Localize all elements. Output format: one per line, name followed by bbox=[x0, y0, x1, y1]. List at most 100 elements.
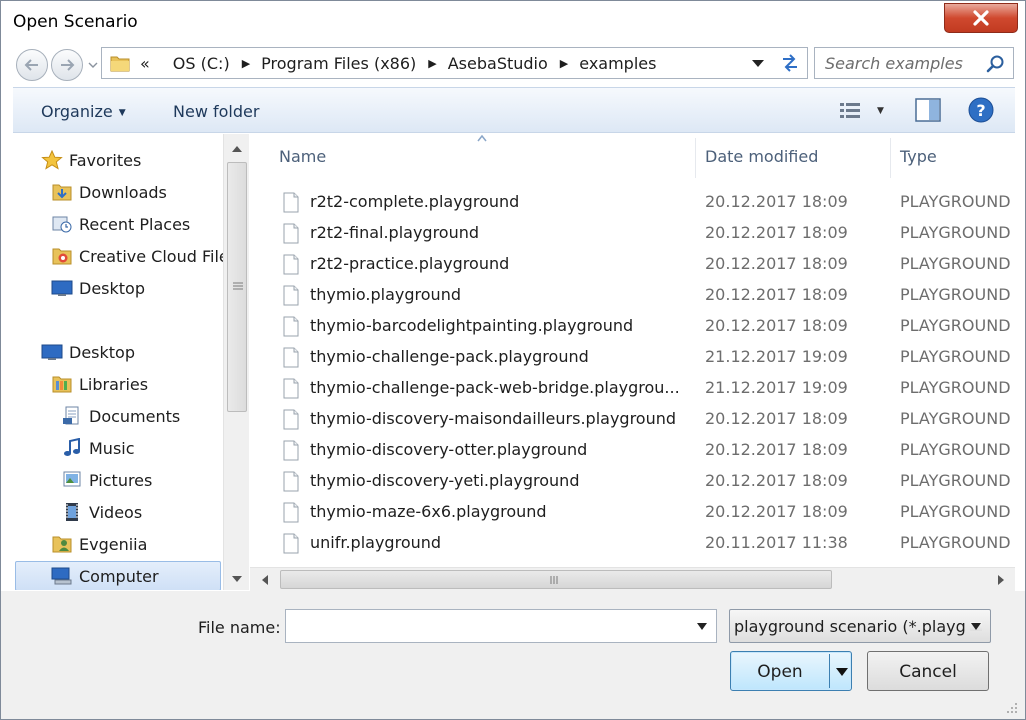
breadcrumb-program-files[interactable]: Program Files (x86) bbox=[261, 54, 416, 73]
back-button[interactable] bbox=[16, 49, 48, 81]
nav-label: Desktop bbox=[69, 342, 135, 362]
file-type: PLAYGROUND bbox=[900, 378, 1011, 397]
nav-item-libraries[interactable]: Libraries bbox=[51, 370, 148, 398]
nav-item-desktop-favorite[interactable]: Desktop bbox=[51, 274, 145, 302]
scroll-thumb[interactable] bbox=[227, 162, 247, 412]
resize-grip-icon[interactable] bbox=[1005, 701, 1019, 715]
file-name-input[interactable] bbox=[290, 610, 690, 640]
file-name: thymio-challenge-pack-web-bridge.playgro… bbox=[310, 378, 680, 397]
preview-pane-icon[interactable] bbox=[915, 98, 941, 122]
chevron-right-icon[interactable]: ▶ bbox=[560, 57, 568, 70]
forward-button[interactable] bbox=[51, 49, 83, 81]
scroll-right-icon[interactable] bbox=[996, 574, 1006, 586]
file-name-combobox[interactable] bbox=[285, 609, 717, 643]
recent-locations-dropdown-icon[interactable] bbox=[87, 59, 99, 71]
file-name: thymio-challenge-pack.playground bbox=[310, 347, 589, 366]
grip-icon bbox=[550, 576, 558, 584]
cancel-button[interactable]: Cancel bbox=[867, 651, 989, 691]
file-row[interactable]: thymio-challenge-pack-web-bridge.playgro… bbox=[250, 373, 1015, 404]
address-dropdown-icon[interactable] bbox=[751, 58, 765, 68]
nav-label: Computer bbox=[79, 566, 159, 586]
search-box[interactable] bbox=[814, 47, 1014, 79]
close-button[interactable] bbox=[944, 3, 1018, 33]
file-list-horizontal-scrollbar[interactable] bbox=[250, 567, 1015, 591]
grip-icon bbox=[233, 282, 243, 290]
recent-places-icon bbox=[52, 216, 72, 233]
breadcrumb-examples[interactable]: examples bbox=[579, 54, 656, 73]
file-row[interactable]: r2t2-complete.playground 20.12.2017 18:09… bbox=[250, 187, 1015, 218]
new-folder-button[interactable]: New folder bbox=[173, 102, 259, 121]
column-divider[interactable] bbox=[890, 138, 891, 178]
open-label: Open bbox=[757, 662, 803, 682]
file-type: PLAYGROUND bbox=[900, 223, 1011, 242]
file-name: thymio-discovery-maisondailleurs.playgro… bbox=[310, 409, 677, 428]
chevron-right-icon[interactable]: ▶ bbox=[428, 57, 436, 70]
open-button[interactable]: Open bbox=[730, 651, 852, 691]
file-type: PLAYGROUND bbox=[900, 285, 1011, 304]
nav-item-downloads[interactable]: Downloads bbox=[51, 178, 167, 206]
address-bar[interactable]: « OS (C:) ▶ Program Files (x86) ▶ AsebaS… bbox=[101, 47, 806, 79]
nav-item-user[interactable]: Evgeniia bbox=[51, 530, 147, 558]
nav-item-creative-cloud-files[interactable]: Creative Cloud Files bbox=[51, 242, 237, 270]
file-icon bbox=[283, 533, 299, 554]
chevron-right-icon[interactable]: ▶ bbox=[242, 57, 250, 70]
nav-item-pictures[interactable]: Pictures bbox=[61, 466, 152, 494]
file-icon bbox=[283, 409, 299, 430]
nav-item-computer[interactable]: Computer bbox=[51, 562, 159, 590]
nav-item-desktop[interactable]: Desktop bbox=[41, 338, 135, 366]
scroll-thumb[interactable] bbox=[280, 570, 832, 589]
nav-label: Pictures bbox=[89, 470, 153, 490]
file-row[interactable]: thymio-discovery-maisondailleurs.playgro… bbox=[250, 404, 1015, 435]
file-row[interactable]: r2t2-practice.playground 20.12.2017 18:09… bbox=[250, 249, 1015, 280]
creative-cloud-folder-icon bbox=[52, 248, 72, 265]
scroll-down-icon[interactable] bbox=[231, 574, 243, 584]
file-type: PLAYGROUND bbox=[900, 316, 1011, 335]
chevron-down-icon[interactable] bbox=[696, 622, 708, 631]
file-icon bbox=[283, 192, 299, 213]
file-row[interactable]: thymio-maze-6x6.playground 20.12.2017 18:… bbox=[250, 497, 1015, 528]
file-row[interactable]: r2t2-final.playground 20.12.2017 18:09 PLA… bbox=[250, 218, 1015, 249]
refresh-button[interactable] bbox=[772, 47, 808, 79]
column-header-date-modified[interactable]: Date modified bbox=[705, 134, 885, 178]
change-view-button[interactable]: ▼ bbox=[839, 100, 891, 122]
file-name: thymio.playground bbox=[310, 285, 461, 304]
caret-down-icon[interactable]: ▼ bbox=[877, 106, 884, 116]
file-row[interactable]: thymio-barcodelightpainting.playground 20… bbox=[250, 311, 1015, 342]
file-row[interactable]: unifr.playground 20.11.2017 11:38 PLAYGROU… bbox=[250, 528, 1015, 559]
nav-item-videos[interactable]: Videos bbox=[61, 498, 142, 526]
file-type-select[interactable]: playground scenario (*.playg bbox=[729, 609, 991, 643]
navigation-scrollbar[interactable] bbox=[223, 134, 249, 590]
nav-item-recent-places[interactable]: Recent Places bbox=[51, 210, 190, 238]
file-name: thymio-maze-6x6.playground bbox=[310, 502, 547, 521]
file-name: thymio-discovery-yeti.playground bbox=[310, 471, 580, 490]
column-header-name[interactable]: Name bbox=[279, 134, 689, 178]
breadcrumb-asebastudio[interactable]: AsebaStudio bbox=[448, 54, 548, 73]
split-divider bbox=[829, 654, 830, 688]
organize-label: Organize bbox=[41, 102, 113, 121]
column-header-type[interactable]: Type bbox=[900, 134, 1015, 178]
open-options-dropdown-icon[interactable] bbox=[835, 667, 849, 677]
title-bar: Open Scenario bbox=[1, 1, 1025, 43]
column-divider[interactable] bbox=[695, 138, 696, 178]
nav-label: Libraries bbox=[79, 374, 149, 394]
back-arrow-icon bbox=[24, 59, 38, 71]
file-row[interactable]: thymio-discovery-yeti.playground 20.12.20… bbox=[250, 466, 1015, 497]
search-input[interactable] bbox=[823, 52, 988, 74]
scroll-up-icon[interactable] bbox=[231, 144, 243, 154]
breadcrumb-os-c[interactable]: OS (C:) bbox=[173, 54, 230, 73]
organize-button[interactable]: Organize ▼ bbox=[41, 102, 126, 121]
nav-item-documents[interactable]: Documents bbox=[61, 402, 180, 430]
downloads-folder-icon bbox=[52, 184, 72, 201]
search-icon[interactable] bbox=[985, 54, 1005, 74]
file-date-modified: 20.12.2017 18:09 bbox=[705, 285, 848, 304]
scroll-left-icon[interactable] bbox=[260, 574, 270, 586]
file-date-modified: 20.12.2017 18:09 bbox=[705, 223, 848, 242]
breadcrumb-overflow[interactable]: « bbox=[140, 54, 150, 73]
file-row[interactable]: thymio-challenge-pack.playground 21.12.20… bbox=[250, 342, 1015, 373]
file-row[interactable]: thymio.playground 20.12.2017 18:09 PLAYGRO… bbox=[250, 280, 1015, 311]
nav-item-favorites[interactable]: Favorites bbox=[41, 146, 141, 174]
file-row[interactable]: thymio-discovery-otter.playground 20.12.2… bbox=[250, 435, 1015, 466]
file-icon bbox=[283, 378, 299, 399]
help-icon[interactable]: ? bbox=[968, 97, 994, 123]
nav-item-music[interactable]: Music bbox=[61, 434, 135, 462]
